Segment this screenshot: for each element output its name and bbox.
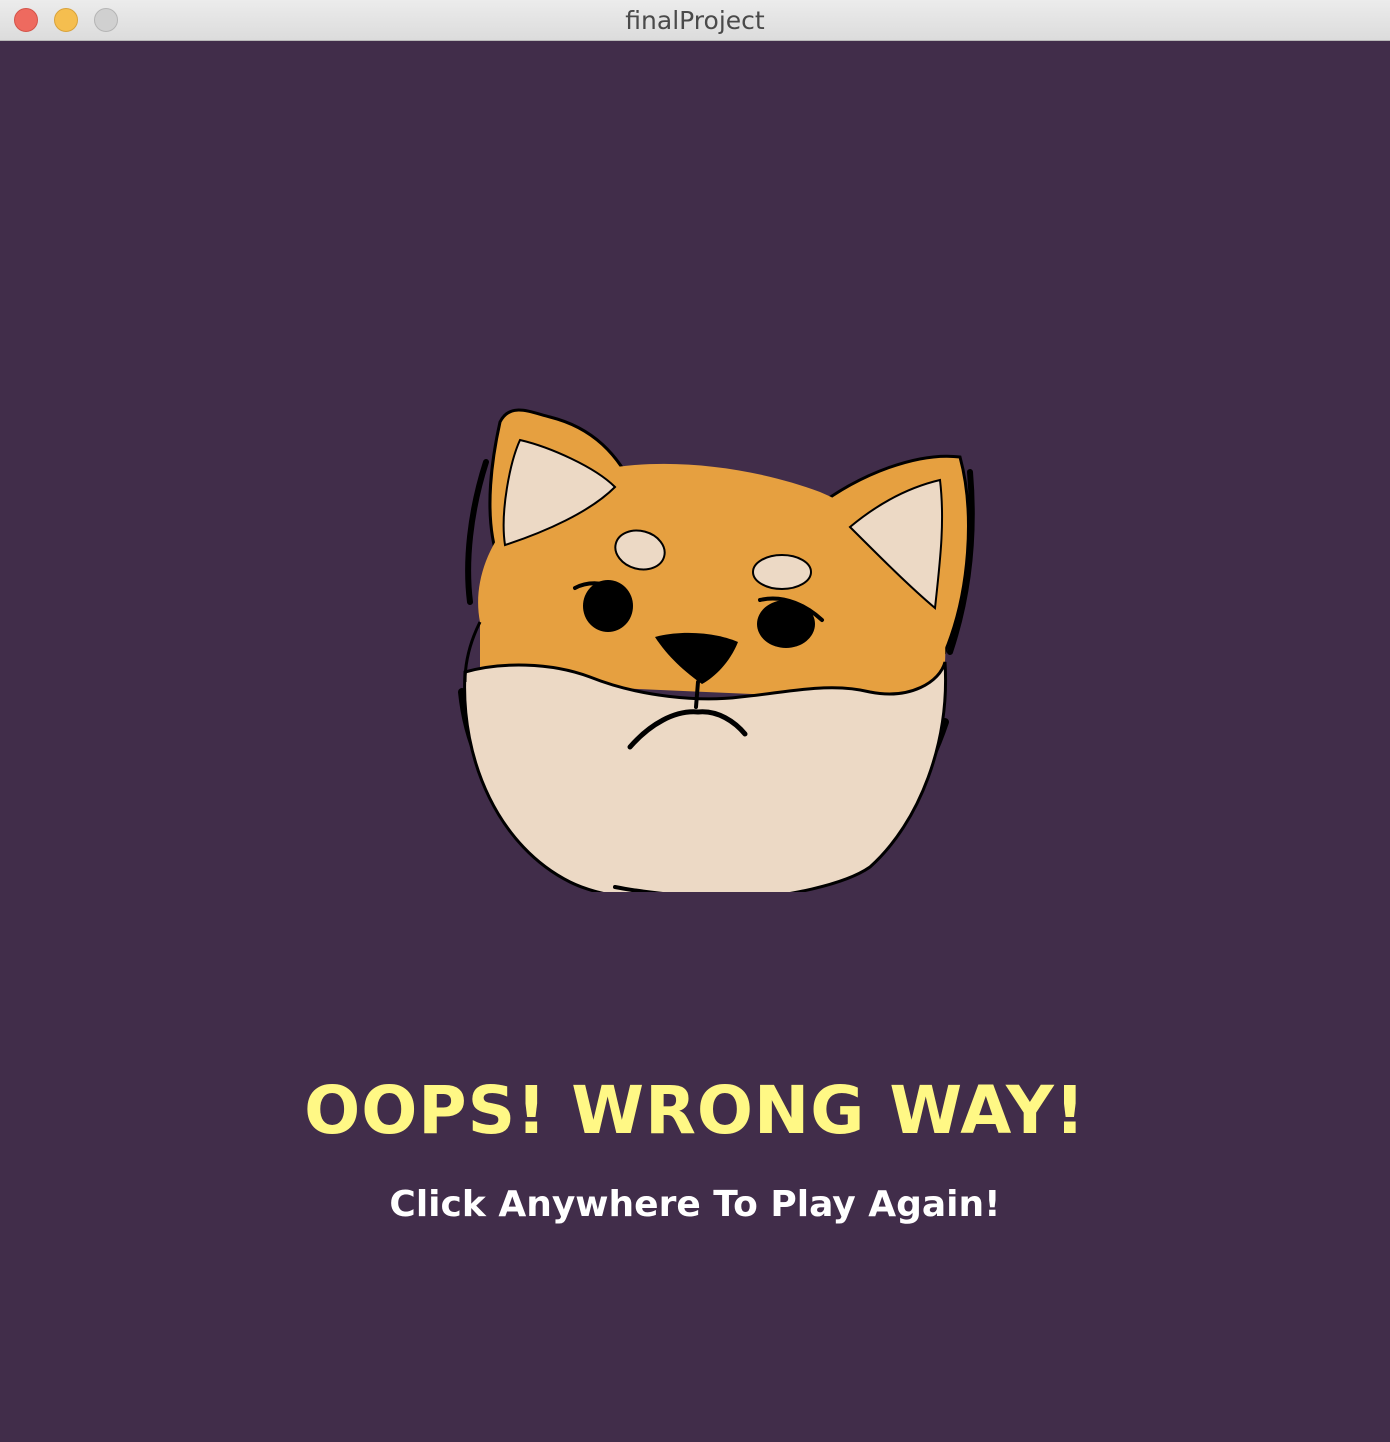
window-title: finalProject	[625, 6, 765, 35]
game-canvas[interactable]: OOPS! WRONG WAY! Click Anywhere To Play …	[0, 42, 1390, 1442]
play-again-prompt[interactable]: Click Anywhere To Play Again!	[0, 1184, 1390, 1225]
sad-shiba-dog-icon	[458, 408, 975, 892]
title-bar: finalProject	[0, 0, 1390, 41]
app-window: finalProject OOPS! WRONG WAY! Click Anyw…	[0, 0, 1390, 1442]
game-over-message: OOPS! WRONG WAY!	[304, 1072, 1086, 1149]
